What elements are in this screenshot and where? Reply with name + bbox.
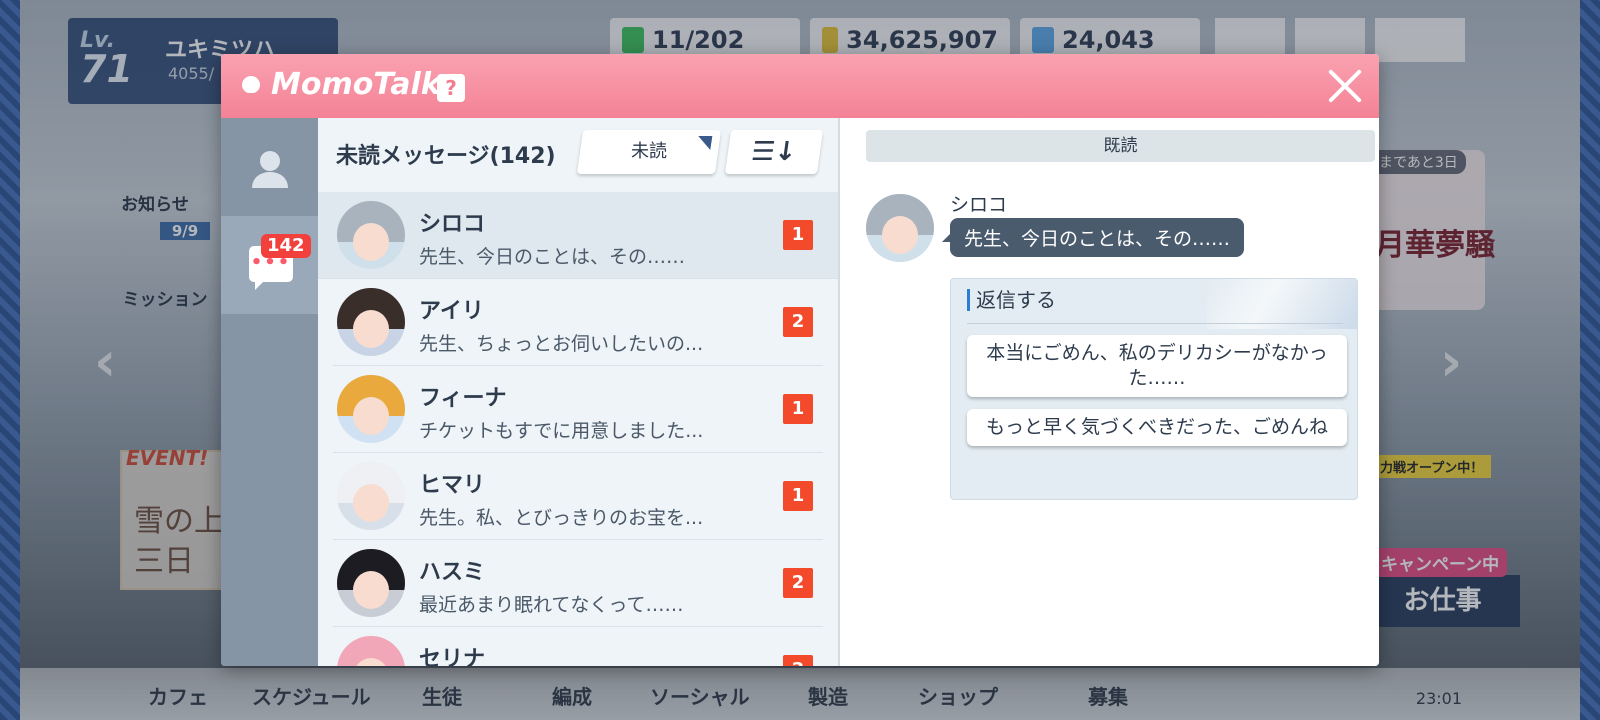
conversation-preview: 先生、ちょっとお伺いしたいの... [419,333,704,355]
reply-option[interactable]: もっと早く気づくべきだった、ごめんね [967,409,1347,446]
peach-icon [242,75,260,93]
conversation-row[interactable]: アイリ 先生、ちょっとお伺いしたいの... 2 [333,279,823,366]
conversation-list-pane: 未読メッセージ(142) 未読 ☰↓ シロコ 先生、今日のことは、その…… 1 … [318,118,838,666]
conversation-preview: 先生、今日のことは、その…… [419,246,686,268]
momotalk-logo: MomoTalk [239,67,441,102]
unread-count: 1 [783,220,813,250]
unread-header: 未読メッセージ(142) [336,144,556,169]
avatar [337,549,405,617]
unread-count: 2 [783,655,813,666]
unread-count: 2 [783,307,813,337]
conversation-name: セリナ [419,647,486,666]
reply-panel: 返信する 本当にごめん、私のデリカシーがなかった…… もっと早く気づくべきだった… [950,278,1358,500]
unread-badge: 142 [261,234,311,258]
reply-option[interactable]: 本当にごめん、私のデリカシーがなかった…… [967,335,1347,397]
conversation-name: ハスミ [419,560,486,585]
filter-dropdown[interactable]: 未読 [576,130,722,174]
chat-avatar [866,194,934,262]
person-icon [252,151,288,188]
avatar [337,201,405,269]
avatar [337,636,405,666]
reply-title: 返信する [967,289,1056,311]
conversation-name: アイリ [419,299,484,324]
help-button[interactable]: ? [437,74,465,102]
read-indicator-bar: 既読 [866,130,1375,162]
chat-sender-name: シロコ [950,194,1008,216]
conversation-row[interactable]: セリナ 2 [333,627,823,666]
reply-panel-decoration [1207,279,1357,329]
sort-button[interactable]: ☰↓ [724,130,824,174]
conversation-name: フィーナ [419,386,507,411]
conversation-row[interactable]: ヒマリ 先生。私、とびっきりのお宝を... 1 [333,453,823,540]
conversation-preview: 先生。私、とびっきりのお宝を... [419,507,704,529]
left-border-stripes [0,0,20,720]
conversation-row[interactable]: シロコ 先生、今日のことは、その…… 1 [318,192,838,279]
tab-students[interactable] [221,118,318,216]
conversation-name: シロコ [419,212,486,237]
conversation-row[interactable]: フィーナ チケットもすでに用意しました... 1 [333,366,823,453]
momotalk-header: MomoTalk ? [221,54,1379,118]
conversation-name: ヒマリ [419,473,486,498]
conversation-row[interactable]: ハスミ 最近あまり眠れてなくって…… 2 [333,540,823,627]
reply-divider [967,323,1343,324]
unread-count: 1 [783,394,813,424]
dropdown-corner-icon [696,136,713,150]
conversation-preview: 最近あまり眠れてなくって…… [419,594,684,616]
avatar [337,375,405,443]
tab-messages[interactable]: ••• 142 [221,216,318,314]
conversation-preview: チケットもすでに用意しました... [419,420,704,442]
unread-count: 1 [783,481,813,511]
chat-message-bubble: 先生、今日のことは、その…… [941,218,1245,257]
momotalk-title: MomoTalk [271,67,441,102]
avatar [337,288,405,356]
conversation-list[interactable]: シロコ 先生、今日のことは、その…… 1 アイリ 先生、ちょっとお伺いしたいの.… [318,192,838,666]
unread-count: 2 [783,568,813,598]
avatar [337,462,405,530]
close-button[interactable] [1325,66,1365,106]
right-border-stripes [1580,0,1600,720]
momotalk-side-rail: ••• 142 [221,118,318,666]
